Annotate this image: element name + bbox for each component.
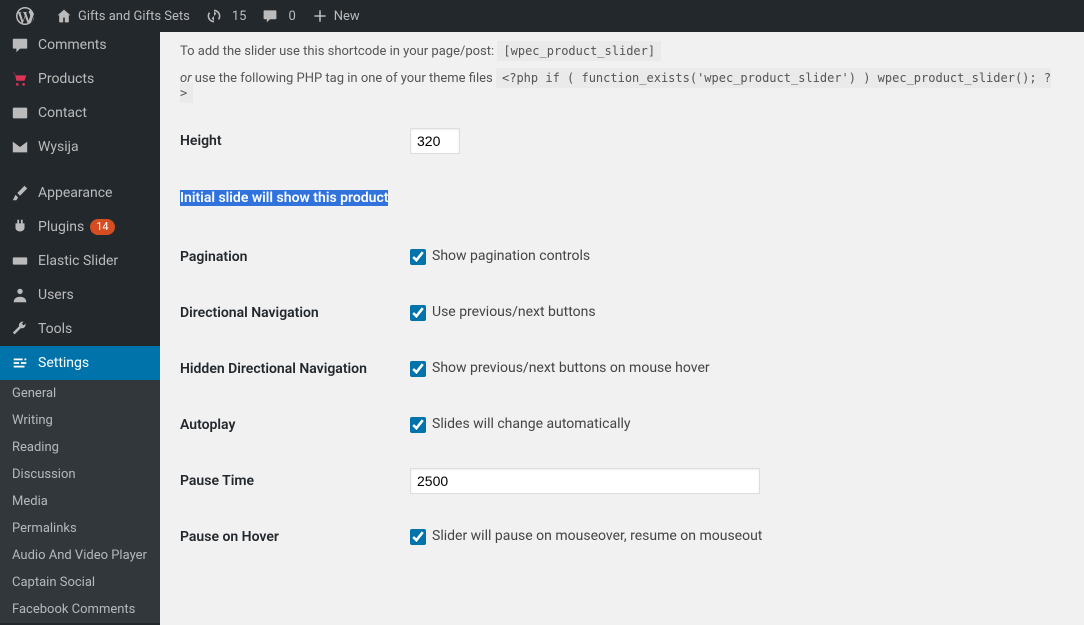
- sidebar-item-label: Comments: [38, 37, 107, 53]
- slider-icon: [10, 252, 30, 270]
- submenu-permalinks[interactable]: Permalinks: [0, 515, 160, 542]
- pause-hover-option[interactable]: Slider will pause on mouseover, resume o…: [410, 528, 762, 544]
- pagination-checkbox[interactable]: [410, 249, 426, 265]
- dirnav-option[interactable]: Use previous/next buttons: [410, 304, 596, 320]
- settings-form: Height Initial slide will show this prod…: [180, 113, 1064, 565]
- sidebar-item-appearance[interactable]: Appearance: [0, 176, 160, 210]
- submenu-media[interactable]: Media: [0, 488, 160, 515]
- dirnav-desc: Use previous/next buttons: [432, 304, 596, 320]
- sidebar-item-contact[interactable]: Contact: [0, 96, 160, 130]
- mail-icon: [10, 138, 30, 156]
- submenu-av-player[interactable]: Audio And Video Player: [0, 542, 160, 569]
- plugins-badge: 14: [90, 219, 114, 235]
- sidebar-item-label: Contact: [38, 105, 87, 121]
- new-label: New: [334, 9, 360, 24]
- comments-icon: [10, 36, 30, 54]
- php-note: or use the following PHP tag in one of y…: [180, 71, 1064, 101]
- sidebar-item-products[interactable]: Products: [0, 62, 160, 96]
- dirnav-checkbox[interactable]: [410, 305, 426, 321]
- sidebar-item-users[interactable]: Users: [0, 278, 160, 312]
- sidebar-item-label: Settings: [38, 355, 89, 371]
- sidebar-item-label: Products: [38, 71, 94, 87]
- gear-icon: [10, 354, 30, 372]
- autoplay-desc: Slides will change automatically: [432, 416, 631, 432]
- user-icon: [10, 286, 30, 304]
- autoplay-label: Autoplay: [180, 397, 400, 453]
- pause-time-input[interactable]: [410, 468, 760, 494]
- comments-count: 0: [288, 9, 295, 24]
- sidebar-item-label: Tools: [38, 321, 72, 337]
- autoplay-checkbox[interactable]: [410, 417, 426, 433]
- submenu-captain-social[interactable]: Captain Social: [0, 569, 160, 596]
- wrench-icon: [10, 320, 30, 338]
- hidden-dirnav-checkbox[interactable]: [410, 361, 426, 377]
- admin-sidebar: Comments Products Contact Wysija Appeara…: [0, 32, 160, 625]
- submenu-facebook-comments[interactable]: Facebook Comments: [0, 596, 160, 623]
- sidebar-item-label: Plugins: [38, 219, 84, 235]
- id-icon: [10, 104, 30, 122]
- sidebar-item-elastic-slider[interactable]: Elastic Slider: [0, 244, 160, 278]
- dirnav-label: Directional Navigation: [180, 285, 400, 341]
- sidebar-item-label: Appearance: [38, 185, 112, 201]
- pause-hover-checkbox[interactable]: [410, 529, 426, 545]
- sidebar-item-comments[interactable]: Comments: [0, 32, 160, 62]
- plug-icon: [10, 218, 30, 236]
- height-input[interactable]: [410, 128, 460, 154]
- site-title: Gifts and Gifts Sets: [78, 9, 190, 24]
- shortcode-prefix: To add the slider use this shortcode in …: [180, 44, 497, 59]
- initial-slide-label: Initial slide will show this product: [180, 190, 388, 206]
- pagination-desc: Show pagination controls: [432, 248, 590, 264]
- pause-hover-label: Pause on Hover: [180, 509, 400, 565]
- main-content: To add the slider use this shortcode in …: [160, 32, 1084, 625]
- updates-count: 15: [232, 9, 247, 24]
- pagination-option[interactable]: Show pagination controls: [410, 248, 590, 264]
- new-content-link[interactable]: New: [304, 0, 368, 32]
- hidden-dirnav-label: Hidden Directional Navigation: [180, 341, 400, 397]
- submenu-writing[interactable]: Writing: [0, 407, 160, 434]
- shortcode-code: [wpec_product_slider]: [497, 41, 661, 61]
- site-name-link[interactable]: Gifts and Gifts Sets: [48, 0, 198, 32]
- height-label: Height: [180, 113, 400, 169]
- updates-link[interactable]: 15: [198, 0, 255, 32]
- submenu-general[interactable]: General: [0, 380, 160, 407]
- comment-icon: [262, 8, 278, 24]
- pagination-label: Pagination: [180, 229, 400, 285]
- submenu-discussion[interactable]: Discussion: [0, 461, 160, 488]
- autoplay-option[interactable]: Slides will change automatically: [410, 416, 631, 432]
- sidebar-item-settings[interactable]: Settings: [0, 346, 160, 380]
- hidden-dirnav-option[interactable]: Show previous/next buttons on mouse hove…: [410, 360, 710, 376]
- brush-icon: [10, 184, 30, 202]
- submenu-reading[interactable]: Reading: [0, 434, 160, 461]
- settings-submenu: General Writing Reading Discussion Media…: [0, 380, 160, 623]
- sidebar-item-wysija[interactable]: Wysija: [0, 130, 160, 164]
- sidebar-item-tools[interactable]: Tools: [0, 312, 160, 346]
- wp-logo[interactable]: [8, 0, 48, 32]
- cart-icon: [10, 70, 30, 88]
- sidebar-item-plugins[interactable]: Plugins 14: [0, 210, 160, 244]
- admin-toolbar: Gifts and Gifts Sets 15 0 New: [0, 0, 1084, 32]
- plus-icon: [312, 8, 328, 24]
- home-icon: [56, 8, 72, 24]
- comments-link[interactable]: 0: [254, 0, 303, 32]
- update-icon: [206, 8, 222, 24]
- pause-time-label: Pause Time: [180, 453, 400, 509]
- php-prefix: use the following PHP tag in one of your…: [191, 71, 496, 86]
- sidebar-item-label: Wysija: [38, 139, 79, 155]
- wordpress-icon: [16, 7, 34, 25]
- pause-hover-desc: Slider will pause on mouseover, resume o…: [432, 528, 762, 544]
- hidden-dirnav-desc: Show previous/next buttons on mouse hove…: [432, 360, 710, 376]
- sidebar-item-label: Users: [38, 287, 74, 303]
- sidebar-item-label: Elastic Slider: [38, 253, 118, 269]
- shortcode-note: To add the slider use this shortcode in …: [180, 44, 1064, 59]
